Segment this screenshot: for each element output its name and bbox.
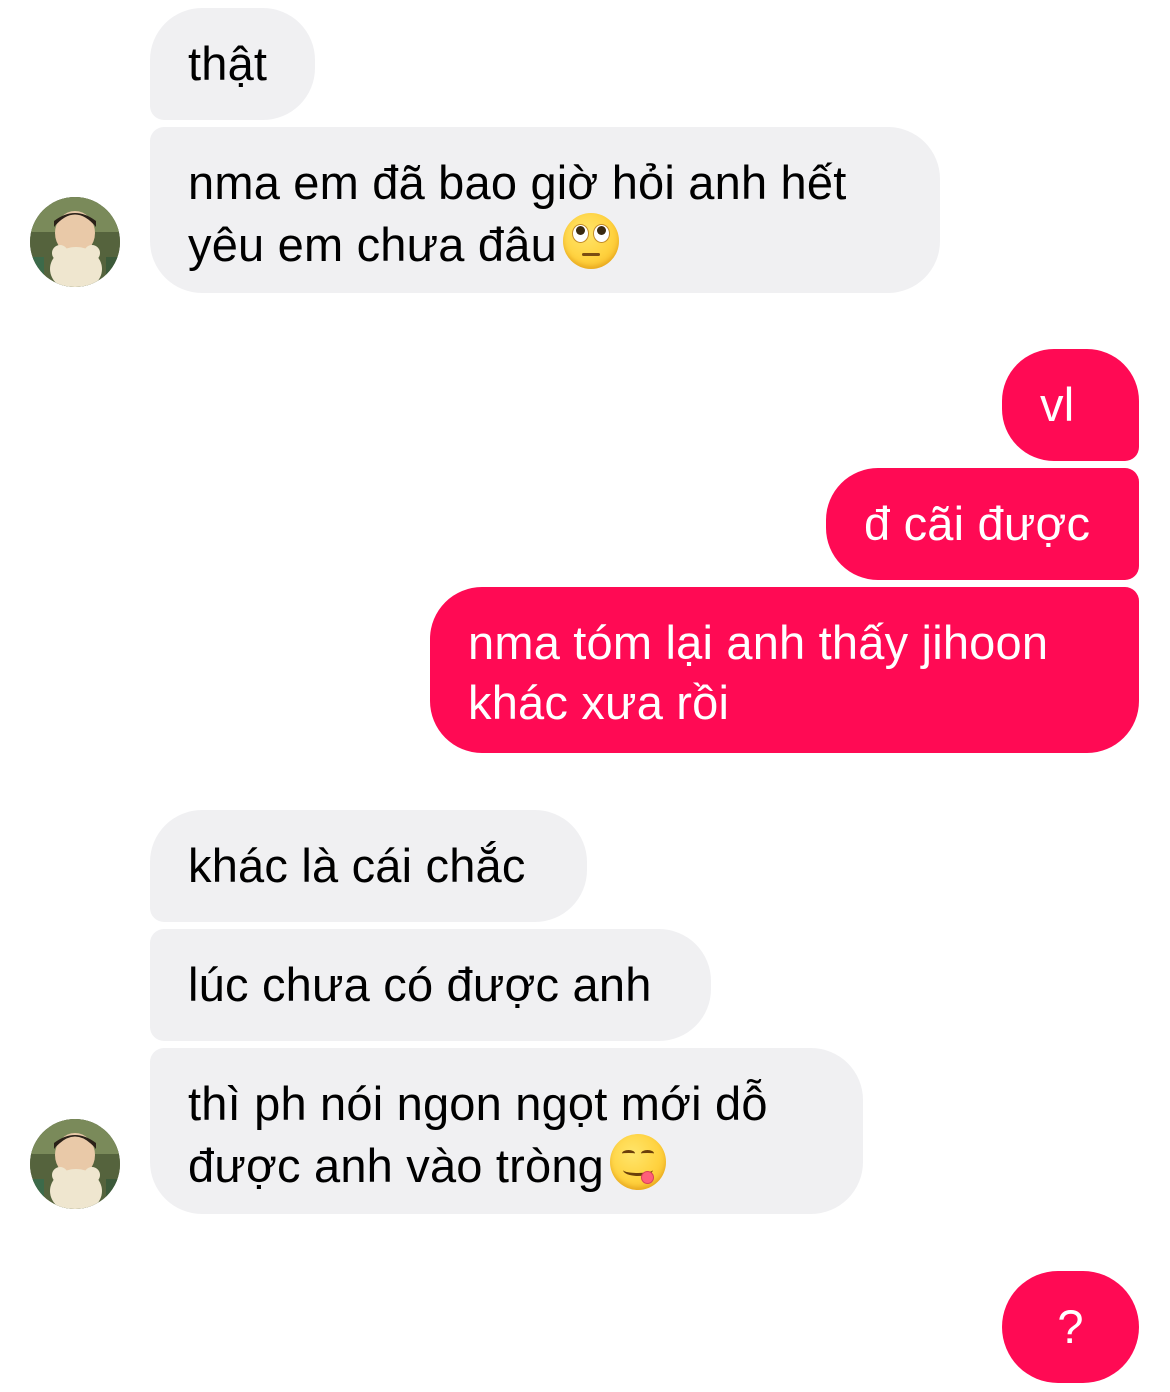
message-text: vl [1040,378,1075,431]
message-text-line: nma em đã bao giờ hỏi anh hết [188,156,847,209]
avatar[interactable] [30,197,120,287]
message-bubble-outgoing[interactable]: ? [1002,1271,1139,1383]
message-text: đ cãi được [864,497,1091,550]
contact-avatar-icon [30,197,120,287]
message-bubble-incoming[interactable]: nma em đã bao giờ hỏi anh hết yêu em chư… [150,127,940,293]
message-text-line: nma tóm lại anh thấy jihoon [468,616,1049,669]
message-bubble-outgoing[interactable]: đ cãi được [826,468,1139,580]
message-text: khác là cái chắc [188,839,526,892]
message-bubble-outgoing[interactable]: nma tóm lại anh thấy jihoon khác xưa rồi [430,587,1139,753]
message-text-line: khác xưa rồi [468,676,730,729]
message-bubble-incoming[interactable]: khác là cái chắc [150,810,587,922]
face-savoring-food-icon [610,1134,667,1190]
contact-avatar-icon [30,1119,120,1209]
message-text-line: được anh vào tròng [188,1134,825,1196]
message-bubble-incoming[interactable]: thật [150,8,315,120]
message-text: ? [1057,1300,1084,1353]
message-text: lúc chưa có được anh [188,958,652,1011]
face-with-rolling-eyes-icon [562,213,619,269]
message-bubble-incoming[interactable]: thì ph nói ngon ngọt mới dỗ được anh vào… [150,1048,863,1214]
avatar[interactable] [30,1119,120,1209]
message-text-line: thì ph nói ngon ngọt mới dỗ [188,1077,768,1130]
message-bubble-incoming[interactable]: lúc chưa có được anh [150,929,711,1041]
message-text-line: yêu em chưa đâu [188,213,902,275]
message-text: thật [188,37,268,90]
message-bubble-outgoing[interactable]: vl [1002,349,1139,461]
